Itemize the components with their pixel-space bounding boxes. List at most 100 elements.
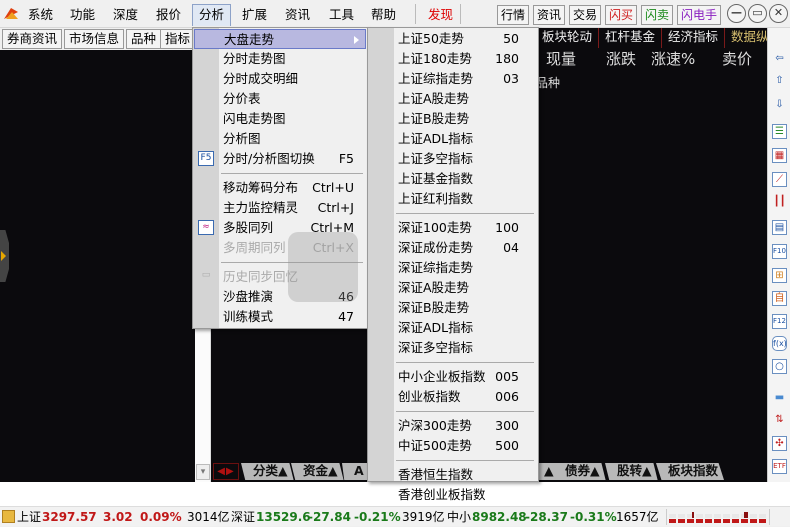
- tab-scroll-arrows-icon[interactable]: ◀▶: [213, 463, 239, 480]
- indicator-button[interactable]: 指标: [160, 29, 195, 49]
- tab-category[interactable]: 分类▲: [241, 463, 294, 480]
- submenu-item[interactable]: 上证A股走势: [369, 89, 537, 109]
- f12-icon[interactable]: F12: [772, 314, 787, 329]
- submenu-item[interactable]: 深证ADL指标: [369, 318, 537, 338]
- submenu-arrow-icon: [354, 36, 359, 44]
- menu-separator: [221, 173, 363, 174]
- submenu-item[interactable]: 上证B股走势: [369, 109, 537, 129]
- window-list-icon[interactable]: ▤: [772, 220, 787, 235]
- menu-item[interactable]: 分析图: [194, 129, 366, 149]
- submenu-item[interactable]: 上证ADL指标: [369, 129, 537, 149]
- etf-icon[interactable]: ETF: [772, 459, 787, 474]
- tab-a[interactable]: A: [342, 463, 370, 480]
- flash-sell-button[interactable]: 闪卖: [641, 5, 674, 25]
- menu-quote[interactable]: 报价: [150, 4, 187, 26]
- submenu-item[interactable]: 上证180走势 180: [369, 49, 537, 69]
- submenu-item[interactable]: 上证基金指数: [369, 169, 537, 189]
- menu-help[interactable]: 帮助: [365, 4, 402, 26]
- tab-otc[interactable]: 股转▲: [605, 463, 658, 480]
- scroll-down-icon[interactable]: ▾: [196, 464, 210, 480]
- submenu-item[interactable]: 中证500走势 500: [369, 436, 537, 456]
- expand-icon[interactable]: ✣: [772, 436, 787, 451]
- menu-bar: 系统 功能 深度 报价 分析 扩展 资讯 工具 帮助 发现 行情 资讯 交易 闪…: [0, 0, 790, 28]
- market-info-button[interactable]: 市场信息: [64, 29, 125, 49]
- menu-item[interactable]: 主力监控精灵 Ctrl+J: [194, 198, 366, 218]
- tab-economic-indicators[interactable]: 经济指标: [662, 28, 726, 48]
- submenu-item[interactable]: 上证多空指标: [369, 149, 537, 169]
- arrow-up-icon[interactable]: ⇧: [772, 74, 787, 89]
- function-icon[interactable]: f(x): [772, 336, 787, 351]
- menu-item[interactable]: 分时走势图: [194, 49, 366, 69]
- status-toggle-icon[interactable]: [2, 510, 15, 523]
- candlestick-icon[interactable]: ┃┃: [772, 195, 787, 210]
- flash-hand-button[interactable]: 闪电手: [677, 5, 722, 25]
- submenu-item[interactable]: 创业板指数 006: [369, 387, 537, 407]
- menu-item-label: 闪电走势图: [223, 111, 286, 126]
- submenu-item[interactable]: 深证B股走势: [369, 298, 537, 318]
- menu-depth[interactable]: 深度: [107, 4, 144, 26]
- menu-extend[interactable]: 扩展: [236, 4, 273, 26]
- submenu-item[interactable]: 深证A股走势: [369, 278, 537, 298]
- close-button[interactable]: ✕: [769, 4, 788, 23]
- menu-item[interactable]: F5 分时/分析图切换 F5: [194, 149, 366, 169]
- meter-marker-right: [744, 512, 748, 518]
- f10-icon[interactable]: F10: [772, 244, 787, 259]
- menu-item-label: 移动筹码分布: [223, 180, 299, 195]
- menu-item[interactable]: 分时成交明细: [194, 69, 366, 89]
- checklist-icon[interactable]: ☰: [772, 124, 787, 139]
- news-button[interactable]: 资讯: [533, 5, 566, 25]
- restore-button[interactable]: ▭: [748, 4, 767, 23]
- menu-system[interactable]: 系统: [22, 4, 59, 26]
- menu-news[interactable]: 资讯: [279, 4, 316, 26]
- menu-analysis[interactable]: 分析: [192, 4, 232, 26]
- submenu-item[interactable]: 上证综指走势 03: [369, 69, 537, 89]
- tree-icon[interactable]: ⊞: [772, 268, 787, 283]
- tab-bonds[interactable]: 债券▲: [553, 463, 606, 480]
- submenu-item[interactable]: 深证100走势 100: [369, 218, 537, 238]
- line-chart-icon[interactable]: ⟋: [772, 172, 787, 187]
- grid-icon[interactable]: ▦: [772, 148, 787, 163]
- minimize-button[interactable]: —: [727, 4, 746, 23]
- folder-icon[interactable]: ▬: [772, 391, 787, 406]
- variety-button[interactable]: 品种: [126, 29, 162, 49]
- submenu-item[interactable]: 香港恒生指数: [369, 465, 537, 485]
- tab-funds[interactable]: 资金▲: [291, 463, 344, 480]
- submenu-item[interactable]: 香港创业板指数: [369, 485, 537, 505]
- self-select-icon[interactable]: 自: [772, 291, 787, 306]
- tab-sector-rotation[interactable]: 板块轮动: [536, 28, 600, 48]
- broker-news-button[interactable]: 券商资讯: [2, 29, 63, 49]
- tab-leveraged-fund[interactable]: 杠杆基金: [599, 28, 663, 48]
- menu-tools[interactable]: 工具: [323, 4, 360, 26]
- menu-item[interactable]: 移动筹码分布 Ctrl+U: [194, 178, 366, 198]
- quote-button[interactable]: 行情: [497, 5, 530, 25]
- submenu-item[interactable]: 深证成份走势 04: [369, 238, 537, 258]
- status-bar: 上证 3297.57 3.02 0.09% 3014亿 深证 13529.6 -…: [0, 506, 790, 526]
- menu-function[interactable]: 功能: [64, 4, 101, 26]
- arrow-left-icon[interactable]: ⇦: [772, 52, 787, 67]
- tab-sector-index[interactable]: 板块指数: [656, 463, 725, 480]
- submenu-item-label: 深证多空指标: [398, 340, 474, 355]
- meter-bottom-scale: [669, 519, 767, 523]
- submenu-item[interactable]: 中小企业板指数 005: [369, 367, 537, 387]
- submenu-item[interactable]: 上证50走势 50: [369, 29, 537, 49]
- column-header-change[interactable]: 涨跌: [606, 48, 636, 69]
- column-header-ask[interactable]: 卖价: [722, 48, 752, 69]
- submenu-item-label: 深证ADL指标: [398, 320, 474, 335]
- trade-button[interactable]: 交易: [569, 5, 602, 25]
- submenu-item[interactable]: 深证综指走势: [369, 258, 537, 278]
- column-header-volume[interactable]: 现量: [546, 48, 576, 69]
- arrow-down-icon[interactable]: ⇩: [772, 98, 787, 113]
- submenu-item[interactable]: 上证红利指数: [369, 189, 537, 209]
- menu-item[interactable]: 分价表: [194, 89, 366, 109]
- menu-item[interactable]: 闪电走势图: [194, 109, 366, 129]
- menu-item[interactable]: 训练模式 47: [194, 307, 366, 327]
- submenu-item[interactable]: 沪深300走势 300: [369, 416, 537, 436]
- submenu-item[interactable]: 深证多空指标: [369, 338, 537, 358]
- circle-icon[interactable]: ○: [772, 359, 787, 374]
- flash-buy-button[interactable]: 闪买: [605, 5, 638, 25]
- column-header-speed[interactable]: 涨速%: [651, 48, 695, 69]
- menu-discover[interactable]: 发现: [422, 4, 459, 26]
- up-down-arrows-icon[interactable]: ⇅: [772, 413, 787, 428]
- menu-item[interactable]: 大盘走势: [194, 29, 366, 49]
- menu-separator: [396, 411, 534, 412]
